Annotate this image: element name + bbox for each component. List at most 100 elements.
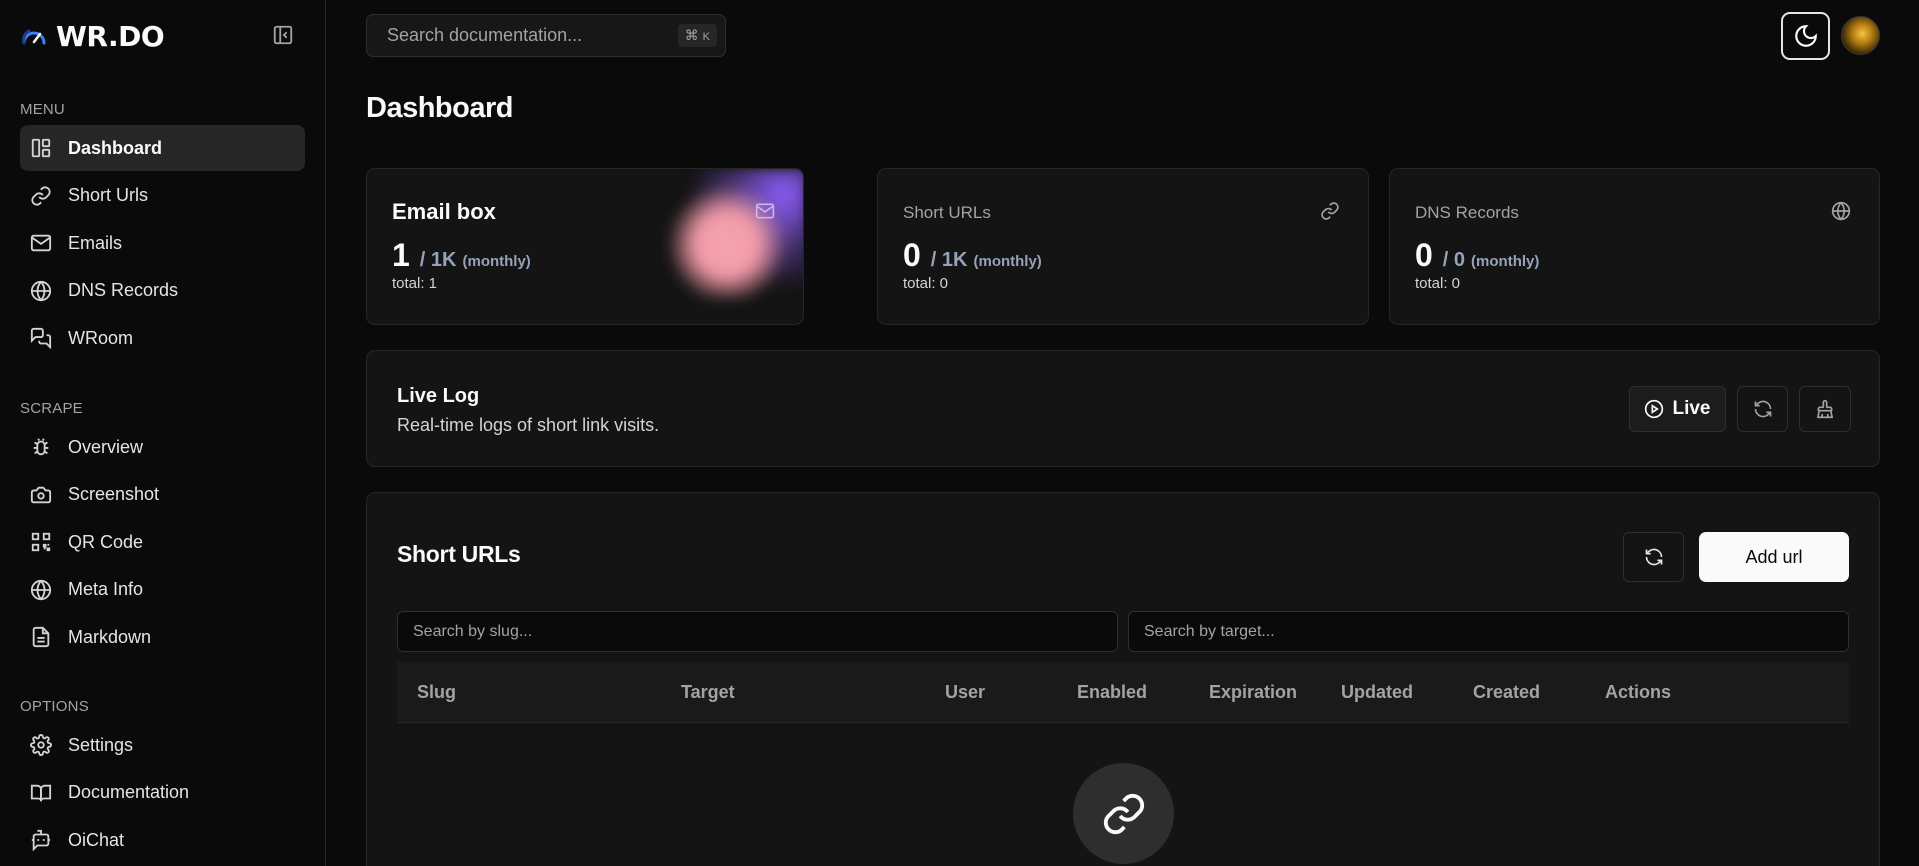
column-header-updated[interactable]: Updated (1341, 682, 1413, 703)
brush-icon (1815, 399, 1835, 419)
gauge-logo-icon (20, 23, 48, 51)
live-log-card: Live Log Real-time logs of short link vi… (366, 350, 1880, 467)
sidebar-item-label: DNS Records (68, 280, 179, 301)
short-urls-title: Short URLs (397, 541, 521, 567)
sidebar-collapse-icon[interactable] (272, 24, 296, 48)
brand-name: WR.DO (56, 20, 165, 53)
sidebar-item-short-urls[interactable]: Short Urls (20, 173, 305, 219)
stat-total: total: 0 (903, 275, 949, 292)
table-header: Slug Target User Enabled Expiration Upda… (397, 662, 1849, 723)
target-search-input[interactable]: Search by target... (1128, 611, 1849, 652)
stat-value: 1 / 1K (monthly) (392, 237, 531, 274)
sidebar-item-label: WRoom (68, 327, 134, 348)
stat-period: (monthly) (973, 253, 1042, 270)
sidebar-item-label: Documentation (68, 782, 190, 803)
stat-value: 0 / 1K (monthly) (903, 237, 1042, 274)
stat-period: (monthly) (1471, 253, 1540, 270)
live-log-title: Live Log (397, 385, 480, 407)
sidebar-item-wroom[interactable]: WRoom (20, 315, 305, 361)
sidebar-item-label: Dashboard (68, 137, 163, 158)
column-header-enabled[interactable]: Enabled (1077, 682, 1147, 703)
dns-records-card[interactable]: DNS Records 0 / 0 (monthly) total: 0 (1389, 168, 1880, 325)
command-icon: ⌘ (684, 27, 699, 43)
sidebar-item-meta-info[interactable]: Meta Info (20, 567, 305, 613)
section-label: OPTIONS (20, 698, 89, 715)
sidebar-item-label: QR Code (68, 531, 144, 552)
stat-limit: / 1K (930, 249, 968, 271)
add-url-button[interactable]: Add url (1699, 532, 1849, 582)
page-title: Dashboard (366, 92, 513, 124)
sidebar-item-dashboard[interactable]: Dashboard (20, 125, 305, 171)
column-header-slug[interactable]: Slug (417, 682, 456, 703)
link-icon (30, 185, 52, 207)
short-urls-card[interactable]: Short URLs 0 / 1K (monthly) total: 0 (877, 168, 1369, 325)
live-button[interactable]: Live (1629, 386, 1726, 432)
file-text-icon (30, 626, 52, 648)
stat-number: 0 (1415, 237, 1433, 273)
mail-icon (755, 201, 775, 221)
refresh-logs-button[interactable] (1737, 386, 1788, 432)
stat-limit: / 0 (1442, 249, 1466, 271)
stat-title: Email box (392, 199, 496, 224)
sidebar-item-label: Emails (68, 232, 123, 253)
column-header-actions: Actions (1605, 682, 1672, 702)
shortcut-badge: ⌘ K (677, 24, 717, 47)
globe-icon (30, 579, 52, 601)
brand[interactable]: WR.DO (20, 20, 165, 53)
empty-state-link-icon (1073, 763, 1174, 864)
sidebar-item-label: OiChat (68, 829, 125, 850)
stat-limit: / 1K (419, 249, 457, 271)
short-urls-table-card: Short URLs Add url Search by slug... Sea… (366, 492, 1880, 866)
sidebar-item-oichat[interactable]: OiChat (20, 817, 305, 863)
stat-total: total: 0 (1415, 275, 1461, 292)
stat-value: 0 / 0 (monthly) (1415, 237, 1539, 274)
sidebar-item-emails[interactable]: Emails (20, 220, 305, 266)
book-icon (30, 782, 52, 804)
sidebar-item-qr-code[interactable]: QR Code (20, 519, 305, 565)
sidebar-item-settings[interactable]: Settings (20, 722, 305, 768)
sidebar-item-label: Meta Info (68, 579, 144, 600)
section-label: SCRAPE (20, 400, 83, 417)
column-header-expiration[interactable]: Expiration (1209, 682, 1297, 703)
refresh-urls-button[interactable] (1623, 532, 1684, 582)
theme-toggle-button[interactable] (1781, 12, 1830, 60)
dashboard-icon (30, 137, 52, 159)
stat-total: total: 1 (392, 275, 438, 292)
email-box-card[interactable]: Email box 1 / 1K (monthly) total: 1 (366, 168, 804, 325)
live-label: Live (1672, 398, 1711, 419)
stat-period: (monthly) (462, 253, 531, 270)
moon-icon (1793, 23, 1819, 49)
nav-section-scrape: SCRAPE Overview Screenshot QR Code Meta … (20, 400, 305, 662)
sidebar: WR.DO MENU Dashboard Short Urls Emails D… (0, 0, 326, 866)
bot-icon (30, 829, 52, 852)
camera-icon (30, 484, 52, 506)
sidebar-item-documentation[interactable]: Documentation (20, 770, 305, 816)
sidebar-item-dns-records[interactable]: DNS Records (20, 268, 305, 314)
nav-section-options: OPTIONS Settings Documentation OiChat (20, 698, 305, 865)
qr-code-icon (30, 531, 52, 553)
column-header-created[interactable]: Created (1473, 682, 1540, 703)
bug-icon (30, 436, 52, 458)
slug-search-input[interactable]: Search by slug... (397, 611, 1118, 652)
sidebar-item-overview[interactable]: Overview (20, 424, 305, 470)
column-header-user[interactable]: User (945, 682, 985, 703)
sidebar-item-label: Overview (68, 436, 144, 457)
mail-icon (30, 232, 52, 254)
play-circle-icon (1644, 399, 1664, 419)
sidebar-item-label: Screenshot (68, 484, 160, 505)
stat-number: 0 (903, 237, 921, 273)
gear-icon (30, 734, 52, 756)
column-header-target[interactable]: Target (681, 682, 735, 703)
link-icon (1320, 201, 1340, 221)
avatar[interactable] (1841, 16, 1880, 55)
search-placeholder: Search documentation... (387, 25, 583, 45)
search-docs-input[interactable]: Search documentation... ⌘ K (366, 14, 726, 57)
sidebar-item-screenshot[interactable]: Screenshot (20, 472, 305, 518)
sidebar-item-label: Markdown (68, 626, 152, 647)
stat-title: DNS Records (1415, 203, 1519, 222)
clear-logs-button[interactable] (1799, 386, 1851, 432)
shortcut-key: K (702, 31, 710, 43)
decorative-glow (647, 169, 803, 299)
sidebar-item-markdown[interactable]: Markdown (20, 614, 305, 660)
refresh-icon (1644, 547, 1664, 567)
